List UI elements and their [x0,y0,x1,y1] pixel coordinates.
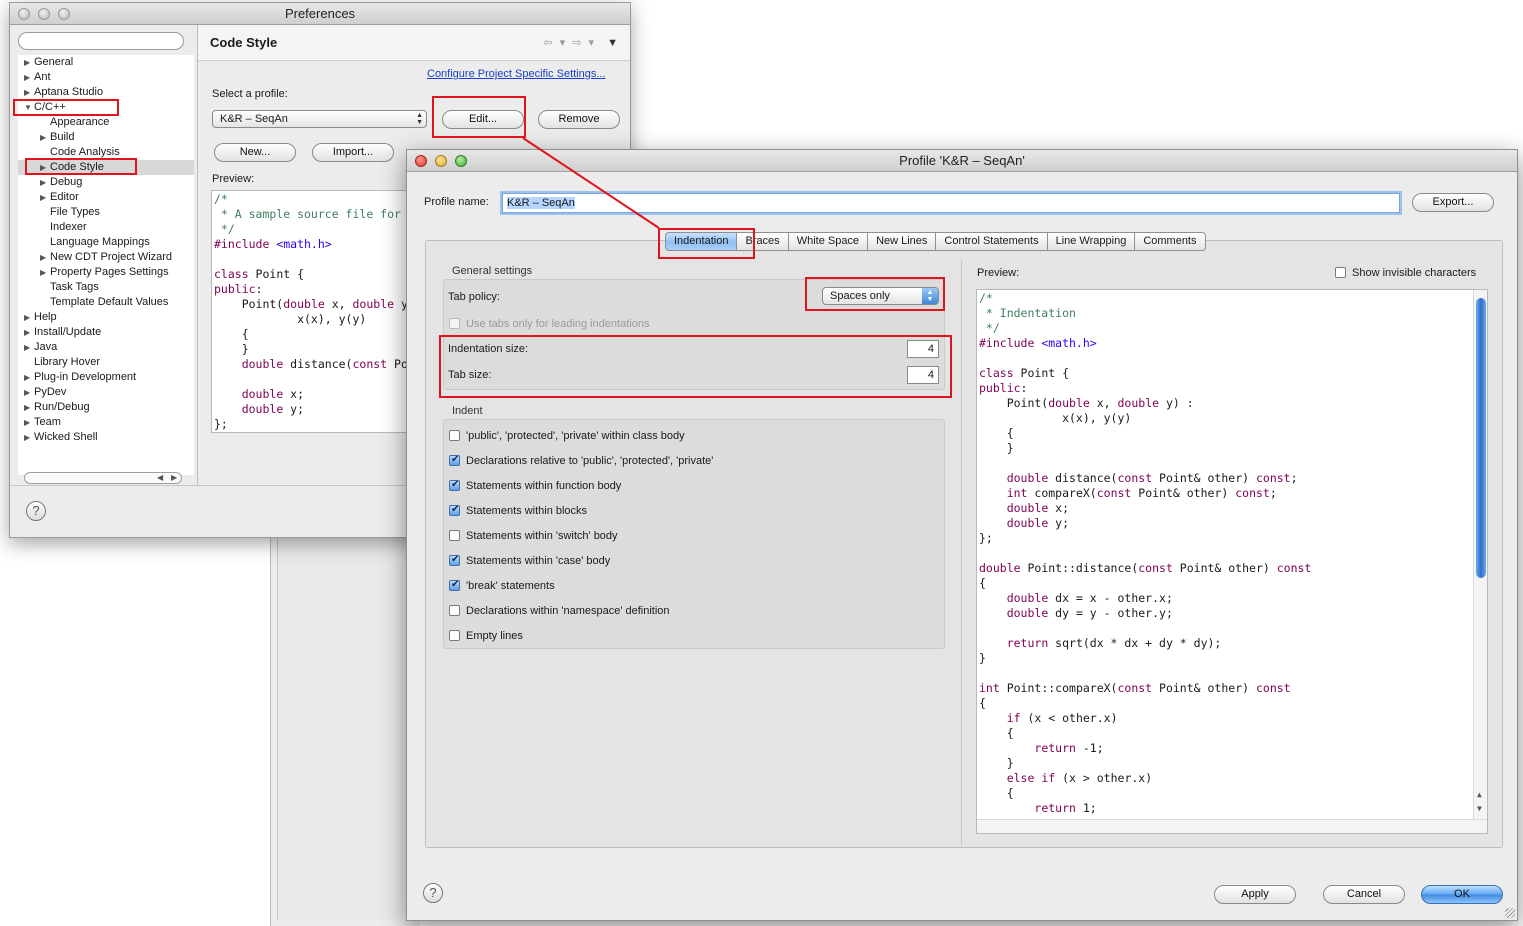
annotation-connector-line [522,137,660,229]
annotation-overlay [522,137,660,229]
